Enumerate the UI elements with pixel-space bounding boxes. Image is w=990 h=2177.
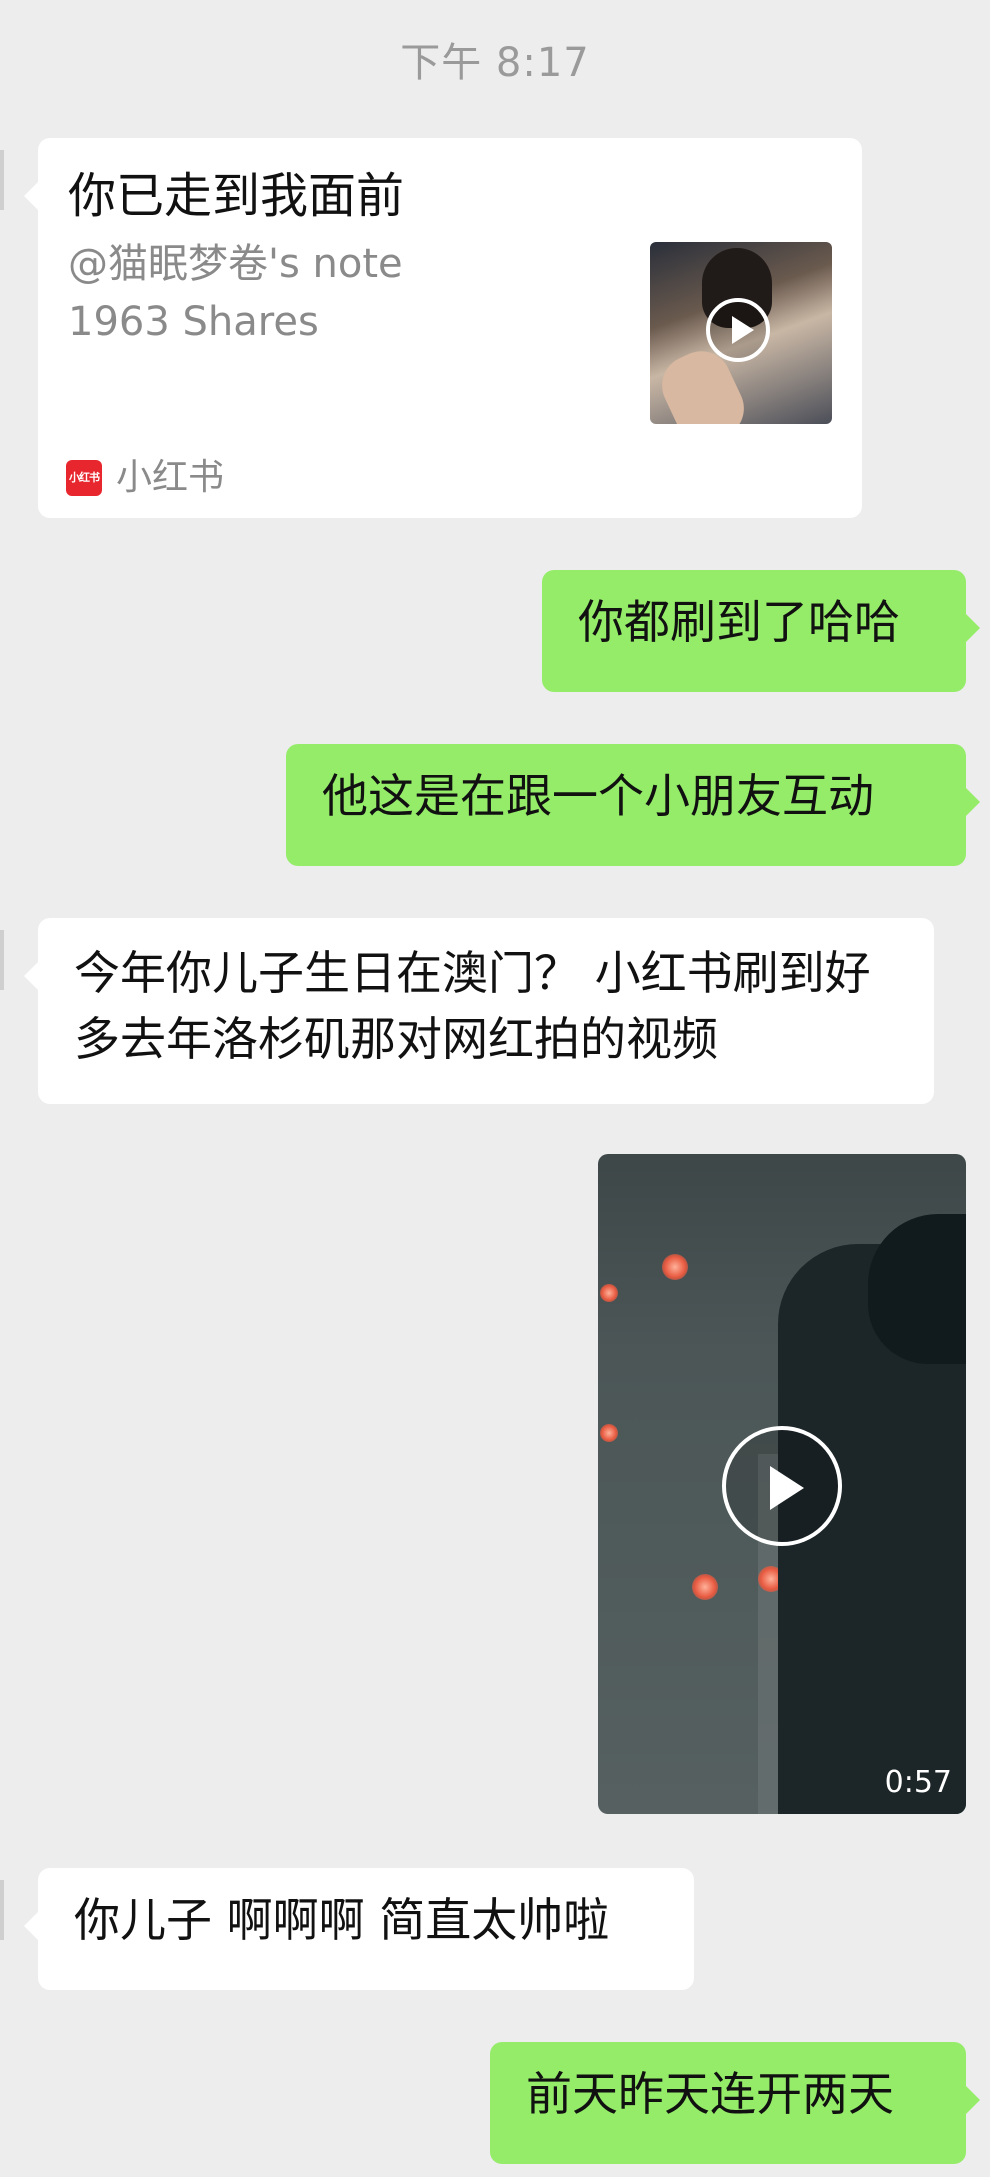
share-card-shares: 1963 Shares [68,299,319,345]
avatar-edge[interactable] [0,1880,4,1940]
share-card-source: 小红书 小红书 [66,448,224,508]
message-bubble-sent[interactable]: 前天昨天连开两天 [490,2042,980,2164]
share-card-title: 你已走到我面前 [68,168,405,224]
message-bubble-sent[interactable]: 他这是在跟一个小朋友互动 [286,744,980,866]
share-card[interactable]: 你已走到我面前 @猫眠梦卷's note 1963 Shares 小红书 小红书 [24,138,862,518]
play-icon [706,298,770,362]
play-icon[interactable] [722,1426,842,1546]
video-duration: 0:57 [884,1765,952,1800]
xiaohongshu-logo-icon: 小红书 [66,460,102,496]
share-card-author: @猫眠梦卷's note [68,241,403,287]
avatar-edge[interactable] [0,150,4,210]
avatar-edge[interactable] [0,930,4,990]
share-card-thumbnail[interactable] [650,242,832,424]
chat-timestamp: 下午 8:17 [400,40,590,86]
share-card-source-label: 小红书 [116,457,225,498]
video-message[interactable]: 0:57 [598,1154,966,1814]
message-bubble-received[interactable]: 你儿子 啊啊啊 简直太帅啦 [24,1868,694,1990]
message-bubble-received[interactable]: 今年你儿子生日在澳门？ 小红书刷到好多去年洛杉矶那对网红拍的视频 [24,918,934,1104]
message-bubble-sent[interactable]: 你都刷到了哈哈 [542,570,980,692]
